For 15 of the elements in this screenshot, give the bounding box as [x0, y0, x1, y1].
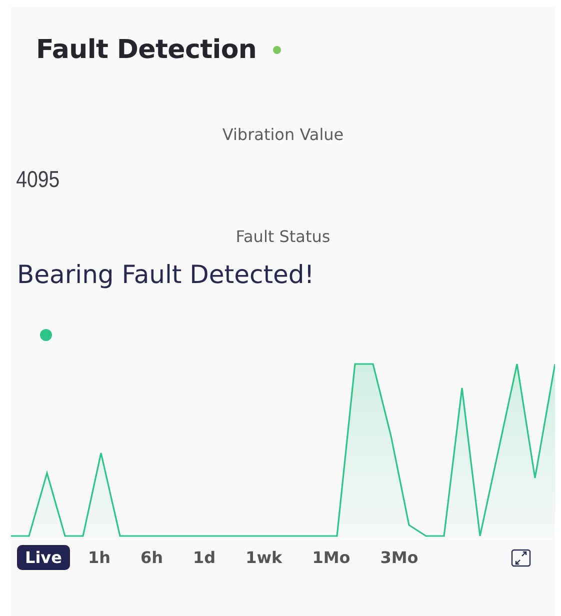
expand-icon[interactable]: [511, 548, 531, 566]
vibration-label: Vibration Value: [222, 125, 344, 144]
fault-status-value: Bearing Fault Detected!: [16, 260, 316, 289]
range-tab[interactable]: 1d: [185, 545, 224, 570]
legend-dot: [40, 329, 52, 341]
range-tab[interactable]: 6h: [132, 545, 172, 570]
range-tab[interactable]: 1h: [80, 545, 118, 570]
range-tab[interactable]: Live: [17, 545, 70, 570]
range-tab[interactable]: 3Mo: [372, 545, 426, 570]
widget-title: Fault Detection: [36, 35, 257, 65]
fault-status-label: Fault Status: [236, 227, 330, 246]
range-tab[interactable]: 1Mo: [304, 545, 358, 570]
range-tab[interactable]: 1wk: [238, 545, 290, 570]
status-dot: [272, 46, 281, 54]
vibration-value: 4095: [15, 166, 61, 193]
